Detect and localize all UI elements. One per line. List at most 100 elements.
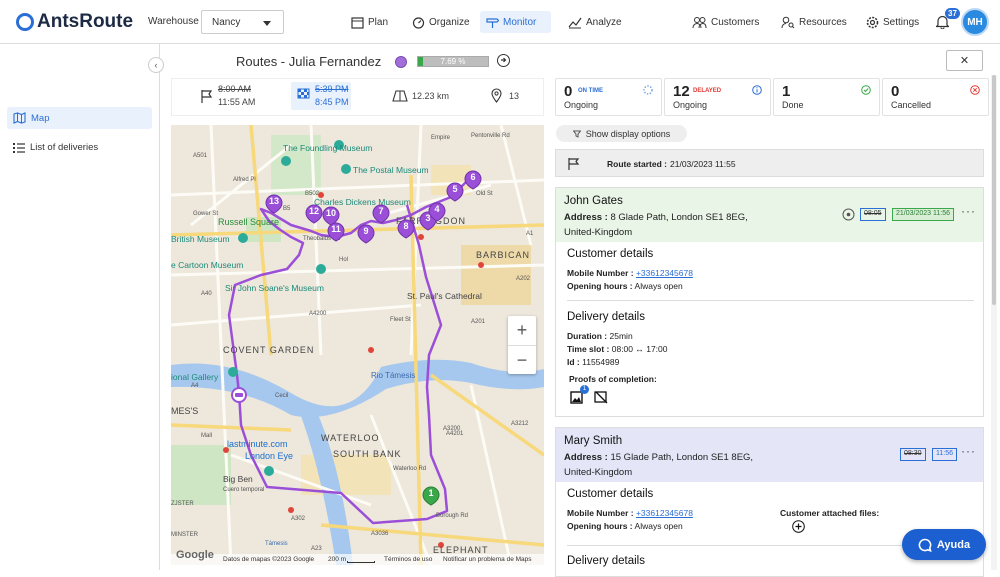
- map-report-link[interactable]: Notificar un problema de Maps: [443, 556, 532, 563]
- nav-settings[interactable]: Settings: [860, 11, 925, 33]
- ellipsis-icon: ···: [961, 204, 976, 218]
- planned-end-time: 5:39 PM: [315, 84, 349, 94]
- plus-icon: +: [516, 320, 528, 340]
- map-label: A1: [526, 231, 534, 237]
- map-pin-label: 8: [403, 221, 408, 231]
- nav-analyze[interactable]: Analyze: [562, 11, 628, 33]
- panel-scrollbar[interactable]: [991, 75, 997, 570]
- map-label: Rio Támesis: [371, 371, 415, 380]
- map-label: Mall: [201, 433, 212, 439]
- map-label: Big Ben: [223, 474, 253, 484]
- route-progress-bar: 7.69 %: [417, 56, 489, 67]
- map-label: A3212: [511, 421, 529, 427]
- map-label: MINSTER: [171, 532, 199, 538]
- nav-organize[interactable]: Organize: [406, 11, 476, 33]
- map-label: Old St: [476, 191, 493, 197]
- actual-time-badge: 21/03/2023 11:56: [892, 208, 954, 221]
- delivery-card-header[interactable]: John Gates Address : 8 Glade Path, Londo…: [556, 188, 983, 242]
- location-target-icon[interactable]: [842, 208, 855, 221]
- nav-plan[interactable]: Plan: [345, 11, 394, 33]
- more-options-button[interactable]: ···: [961, 444, 976, 458]
- route-distance: 12.23 km: [412, 91, 450, 101]
- map-label: Cuero temporal: [223, 487, 264, 493]
- map-label: The Postal Museum: [353, 165, 429, 175]
- route-color-dot: [395, 56, 407, 68]
- status-card-count: 0: [564, 83, 573, 100]
- ellipsis-icon: ···: [961, 444, 976, 458]
- id-row: Id : 11554989: [567, 357, 619, 367]
- delivery-customer-name: John Gates: [564, 195, 623, 207]
- status-card-on-time[interactable]: 0 ON TIME Ongoing: [555, 78, 662, 116]
- arrow-right-icon: [501, 57, 507, 63]
- map-canvas[interactable]: The Foundling Museum The Postal Museum C…: [171, 125, 544, 565]
- delivery-customer-name: Mary Smith: [564, 435, 623, 447]
- delivery-card: John Gates Address : 8 Glade Path, Londo…: [555, 187, 984, 417]
- actual-time-badge: 11:56: [932, 448, 957, 461]
- address-label: Address :: [564, 452, 608, 463]
- warehouse-value: Nancy: [212, 17, 241, 28]
- more-options-button[interactable]: ···: [961, 204, 976, 218]
- map-label: Hol: [339, 257, 348, 263]
- map-pin-label: 1: [428, 488, 433, 498]
- mobile-link[interactable]: +33612345678: [636, 508, 693, 518]
- close-panel-button[interactable]: ✕: [946, 50, 983, 71]
- scrollbar-thumb[interactable]: [992, 75, 996, 305]
- nav-plan-label: Plan: [368, 16, 389, 28]
- status-card-cancelled[interactable]: 0 Cancelled: [882, 78, 989, 116]
- show-display-options-button[interactable]: Show display options: [556, 125, 687, 142]
- route-started-label: Route started :: [607, 159, 667, 169]
- route-map[interactable]: The Foundling Museum The Postal Museum C…: [171, 125, 544, 565]
- map-terms-link[interactable]: Términos de uso: [384, 556, 432, 563]
- chat-bubble-icon: [918, 538, 932, 552]
- chevron-left-icon: ‹: [154, 60, 158, 70]
- mobile-link[interactable]: +33612345678: [636, 268, 693, 278]
- users-icon: [692, 16, 707, 28]
- planned-start-time: 8:00 AM: [218, 84, 252, 94]
- app-logo[interactable]: AntsRoute: [16, 11, 133, 33]
- sidebar-item-list-of-deliveries[interactable]: List of deliveries: [7, 136, 152, 158]
- opening-hours-row: Opening hours : Always open: [567, 521, 683, 531]
- zoom-out-button[interactable]: −: [508, 345, 536, 374]
- map-pin-label: 6: [470, 172, 475, 182]
- check-circle-icon: [861, 85, 871, 95]
- zoom-in-button[interactable]: +: [508, 316, 536, 345]
- map-pin-label: 5: [452, 184, 457, 194]
- nav-monitor[interactable]: Monitor: [480, 11, 551, 33]
- status-card-count: 0: [891, 83, 900, 100]
- map-label: Gower St: [193, 211, 218, 217]
- location-pin-icon: [491, 88, 502, 103]
- help-chat-button[interactable]: Ayuda: [902, 529, 986, 560]
- delivery-card-header[interactable]: Mary Smith Address : 15 Glade Path, Lond…: [556, 428, 983, 482]
- status-card-done[interactable]: 1 Done: [773, 78, 880, 116]
- map-label: The Foundling Museum: [283, 143, 372, 153]
- nav-customers[interactable]: Customers: [686, 11, 765, 33]
- actual-end-time: 8:45 PM: [315, 97, 349, 107]
- help-label: Ayuda: [936, 538, 971, 551]
- warehouse-select[interactable]: Nancy: [201, 10, 284, 34]
- divider: [567, 300, 974, 301]
- signature-icon[interactable]: [594, 391, 608, 404]
- nav-resources[interactable]: Resources: [775, 11, 853, 33]
- map-label: St. Paul's Cathedral: [407, 291, 482, 301]
- user-avatar[interactable]: MH: [961, 8, 989, 36]
- opening-hours-row: Opening hours : Always open: [567, 281, 683, 291]
- map-label: British Museum: [171, 234, 230, 244]
- map-label: A201: [471, 319, 486, 325]
- add-file-icon[interactable]: [792, 520, 805, 533]
- map-label: lastminute.com: [227, 439, 288, 449]
- mobile-label: Mobile Number :: [567, 508, 634, 518]
- attached-files-label: Customer attached files:: [780, 508, 880, 518]
- collapse-sidebar-button[interactable]: ‹: [148, 57, 164, 73]
- map-label: London Eye: [245, 451, 293, 461]
- status-card-delayed[interactable]: 12 DELAYED Ongoing: [664, 78, 771, 116]
- map-label: WATERLOO: [321, 433, 380, 443]
- next-route-button[interactable]: [497, 54, 510, 67]
- time-slot-row: Time slot : 08:00 ↔ 17:00: [567, 344, 668, 354]
- sidebar-item-map[interactable]: Map: [7, 107, 152, 129]
- map-label: ZJSTER: [171, 501, 194, 507]
- status-card-count: 12: [673, 83, 690, 100]
- map-label: B5: [283, 206, 291, 212]
- duration-label: Duration :: [567, 331, 608, 341]
- map-label: A302: [291, 516, 306, 522]
- map-label: Russell Square: [218, 217, 279, 227]
